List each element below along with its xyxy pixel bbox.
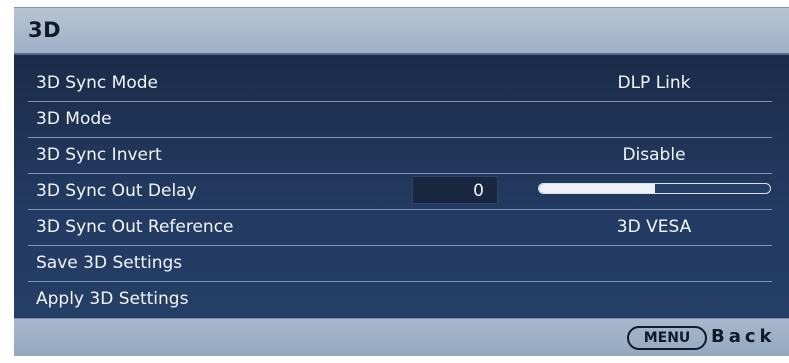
menu-item-value: DLP Link <box>617 73 691 93</box>
menu-item-value: 3D VESA <box>616 217 692 237</box>
osd-menu: 3D 3D Sync Mode DLP Link 3D Mode 3D Sync… <box>0 0 789 363</box>
menu-item-label: 3D Sync Out Reference <box>36 217 234 237</box>
delay-value-box: 0 <box>412 176 498 204</box>
menu-item-label: 3D Sync Mode <box>36 73 159 93</box>
menu-item-save-3d-settings[interactable]: Save 3D Settings <box>14 245 789 281</box>
menu-item-3d-sync-invert[interactable]: 3D Sync Invert Disable <box>14 137 789 173</box>
menu-item-label: 3D Sync Invert <box>36 145 162 165</box>
delay-value: 0 <box>473 181 484 201</box>
menu-item-label: Apply 3D Settings <box>36 289 189 309</box>
menu-item-3d-sync-out-reference[interactable]: 3D Sync Out Reference 3D VESA <box>14 209 789 245</box>
menu-panel: 3D Sync Mode DLP Link 3D Mode 3D Sync In… <box>14 53 789 318</box>
delay-slider-fill <box>539 184 655 193</box>
menu-item-apply-3d-settings[interactable]: Apply 3D Settings <box>14 281 789 317</box>
menu-item-3d-sync-mode[interactable]: 3D Sync Mode DLP Link <box>14 65 789 101</box>
menu-item-3d-mode[interactable]: 3D Mode <box>14 101 789 137</box>
menu-item-label: 3D Mode <box>36 109 112 129</box>
menu-item-label: Save 3D Settings <box>36 253 183 273</box>
menu-item-3d-sync-out-delay[interactable]: 3D Sync Out Delay 0 <box>14 173 789 209</box>
menu-footer: MENU Back <box>14 318 789 356</box>
menu-item-label: 3D Sync Out Delay <box>36 181 197 201</box>
menu-header: 3D <box>14 7 789 53</box>
delay-slider[interactable] <box>538 183 771 194</box>
back-label[interactable]: Back <box>711 326 776 347</box>
menu-item-value: Disable <box>622 145 686 165</box>
menu-title: 3D <box>28 18 62 42</box>
menu-key-icon: MENU <box>627 326 707 350</box>
